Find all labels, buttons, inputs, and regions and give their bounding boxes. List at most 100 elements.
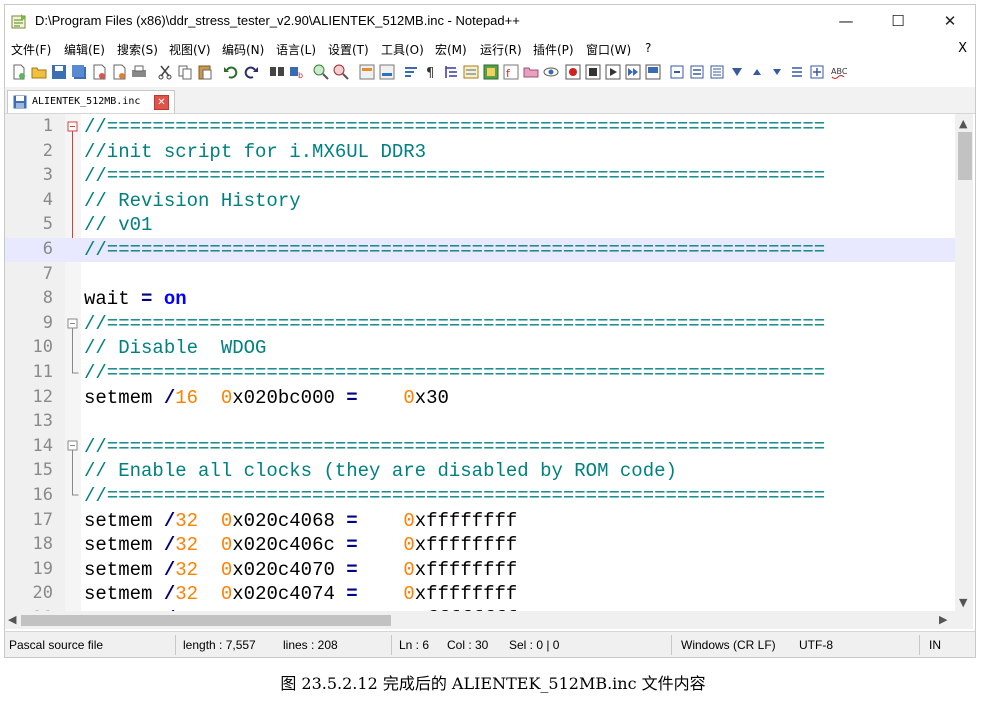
menu-language[interactable]: 语言(L) (276, 41, 316, 58)
spell-check-icon[interactable]: ABC (831, 64, 847, 80)
document-map-icon[interactable] (483, 64, 499, 80)
text-editor[interactable]: 1 //=====================================… (5, 114, 955, 611)
line-number: 10 (32, 337, 53, 358)
code-line[interactable]: 11 //====================================… (5, 361, 955, 385)
menu-encoding[interactable]: 编码(N) (222, 41, 264, 58)
folder-workspace-icon[interactable] (523, 64, 539, 80)
line-number: 2 (42, 140, 53, 161)
menu-tools[interactable]: 工具(O) (381, 41, 424, 58)
indent-guide-icon[interactable] (443, 64, 459, 80)
tab-close-button[interactable]: ✕ (154, 95, 169, 110)
sync-horizontal-icon[interactable] (379, 64, 395, 80)
plugin-tool-4-icon[interactable] (729, 64, 745, 80)
code-line[interactable]: 6 //=====================================… (5, 238, 955, 262)
scroll-corner (955, 611, 973, 629)
replace-icon[interactable]: b (289, 64, 305, 80)
code-line[interactable]: 12 setmem /16 0x020bc000 = 0x30 (5, 386, 955, 410)
scroll-left-icon[interactable]: ◀ (8, 613, 16, 626)
record-macro-icon[interactable] (565, 64, 581, 80)
plugin-tool-3-icon[interactable] (709, 64, 725, 80)
open-file-icon[interactable] (31, 64, 47, 80)
close-all-icon[interactable] (111, 64, 127, 80)
code-line[interactable]: 18 setmem /32 0x020c406c = 0xffffffff (5, 533, 955, 557)
code-line[interactable]: 16 //====================================… (5, 484, 955, 508)
code-line[interactable]: 1 //=====================================… (5, 115, 955, 139)
line-text: //======================================… (84, 435, 826, 458)
close-file-icon[interactable] (91, 64, 107, 80)
user-language-icon[interactable] (463, 64, 479, 80)
scroll-down-icon[interactable]: ▼ (959, 596, 967, 609)
close-icon: ✕ (157, 97, 166, 108)
line-text: setmem /16 0x020bc000 = 0x30 (84, 386, 449, 409)
plugin-tool-6-icon[interactable] (809, 64, 825, 80)
zoom-out-icon[interactable] (333, 64, 349, 80)
copy-icon[interactable] (177, 64, 193, 80)
close-document-button[interactable]: X (958, 41, 967, 56)
save-macro-icon[interactable] (645, 64, 661, 80)
find-icon[interactable] (269, 64, 285, 80)
code-line[interactable]: 7 (5, 263, 955, 287)
move-up-icon[interactable] (749, 64, 765, 80)
plugin-tool-5-icon[interactable] (789, 64, 805, 80)
scroll-right-icon[interactable]: ▶ (939, 613, 947, 626)
save-icon[interactable] (51, 64, 67, 80)
line-number: 4 (42, 189, 53, 210)
menu-plugins[interactable]: 插件(P) (533, 41, 574, 58)
cut-icon[interactable] (157, 64, 173, 80)
maximize-button[interactable]: ☐ (875, 5, 921, 37)
code-line[interactable]: 17 setmem /32 0x020c4068 = 0xffffffff (5, 509, 955, 533)
code-line[interactable]: 3 //=====================================… (5, 164, 955, 188)
title-bar[interactable]: D:\Program Files (x86)\ddr_stress_tester… (5, 5, 975, 37)
code-line[interactable]: 2 //init script for i.MX6UL DDR3 (5, 140, 955, 164)
code-line[interactable]: 20 setmem /32 0x020c4074 = 0xffffffff (5, 582, 955, 606)
menu-macro[interactable]: 宏(M) (435, 41, 467, 58)
code-line[interactable]: 4 // Revision History (5, 189, 955, 213)
redo-icon[interactable] (243, 64, 259, 80)
close-window-button[interactable]: ✕ (927, 5, 973, 37)
menu-settings[interactable]: 设置(T) (328, 41, 369, 58)
code-line[interactable]: 19 setmem /32 0x020c4070 = 0xffffffff (5, 558, 955, 582)
code-line[interactable]: 9 //=====================================… (5, 312, 955, 336)
undo-icon[interactable] (223, 64, 239, 80)
menu-bar: 文件(F) 编辑(E) 搜索(S) 视图(V) 编码(N) 语言(L) 设置(T… (5, 38, 975, 60)
play-macro-icon[interactable] (605, 64, 621, 80)
plugin-tool-1-icon[interactable] (669, 64, 685, 80)
vertical-scroll-thumb[interactable] (958, 132, 972, 180)
horizontal-scroll-thumb[interactable] (21, 615, 391, 626)
code-line[interactable]: 14 //====================================… (5, 435, 955, 459)
horizontal-scrollbar[interactable]: ◀ ▶ (5, 611, 955, 629)
word-wrap-icon[interactable] (403, 64, 419, 80)
code-line[interactable]: 8 wait = on (5, 287, 955, 311)
line-number: 11 (32, 362, 53, 382)
menu-help[interactable]: ? (645, 41, 651, 55)
stop-macro-icon[interactable] (585, 64, 601, 80)
scroll-up-icon[interactable]: ▲ (959, 117, 967, 130)
tab-alientek-512mb[interactable]: ALIENTEK_512MB.inc ✕ (7, 90, 175, 113)
zoom-in-icon[interactable] (313, 64, 329, 80)
menu-window[interactable]: 窗口(W) (586, 41, 631, 58)
run-macro-multiple-icon[interactable] (625, 64, 641, 80)
print-icon[interactable] (131, 64, 147, 80)
vertical-scrollbar[interactable]: ▲ ▼ (955, 114, 973, 611)
sync-vertical-icon[interactable] (359, 64, 375, 80)
code-line[interactable]: 15 // Enable all clocks (they are disable… (5, 459, 955, 483)
move-down-icon[interactable] (769, 64, 785, 80)
paste-icon[interactable] (197, 64, 213, 80)
code-line[interactable]: 13 (5, 410, 955, 434)
menu-file[interactable]: 文件(F) (11, 41, 51, 58)
minimize-button[interactable]: — (823, 5, 869, 37)
menu-edit[interactable]: 编辑(E) (64, 41, 105, 58)
notepad-window: D:\Program Files (x86)\ddr_stress_tester… (4, 4, 976, 658)
menu-view[interactable]: 视图(V) (169, 41, 211, 58)
show-all-chars-icon[interactable]: ¶ (423, 64, 439, 80)
code-line[interactable]: 5 // v01 (5, 213, 955, 237)
save-all-icon[interactable] (71, 64, 87, 80)
code-line[interactable]: 10 // Disable WDOG (5, 336, 955, 360)
plugin-tool-2-icon[interactable] (689, 64, 705, 80)
new-file-icon[interactable] (11, 64, 27, 80)
function-list-icon[interactable]: f (503, 64, 519, 80)
menu-run[interactable]: 运行(R) (480, 41, 522, 58)
menu-search[interactable]: 搜索(S) (117, 41, 158, 58)
line-text: setmem /32 0x020c4068 = 0xffffffff (84, 509, 518, 532)
monitoring-icon[interactable] (543, 64, 559, 80)
